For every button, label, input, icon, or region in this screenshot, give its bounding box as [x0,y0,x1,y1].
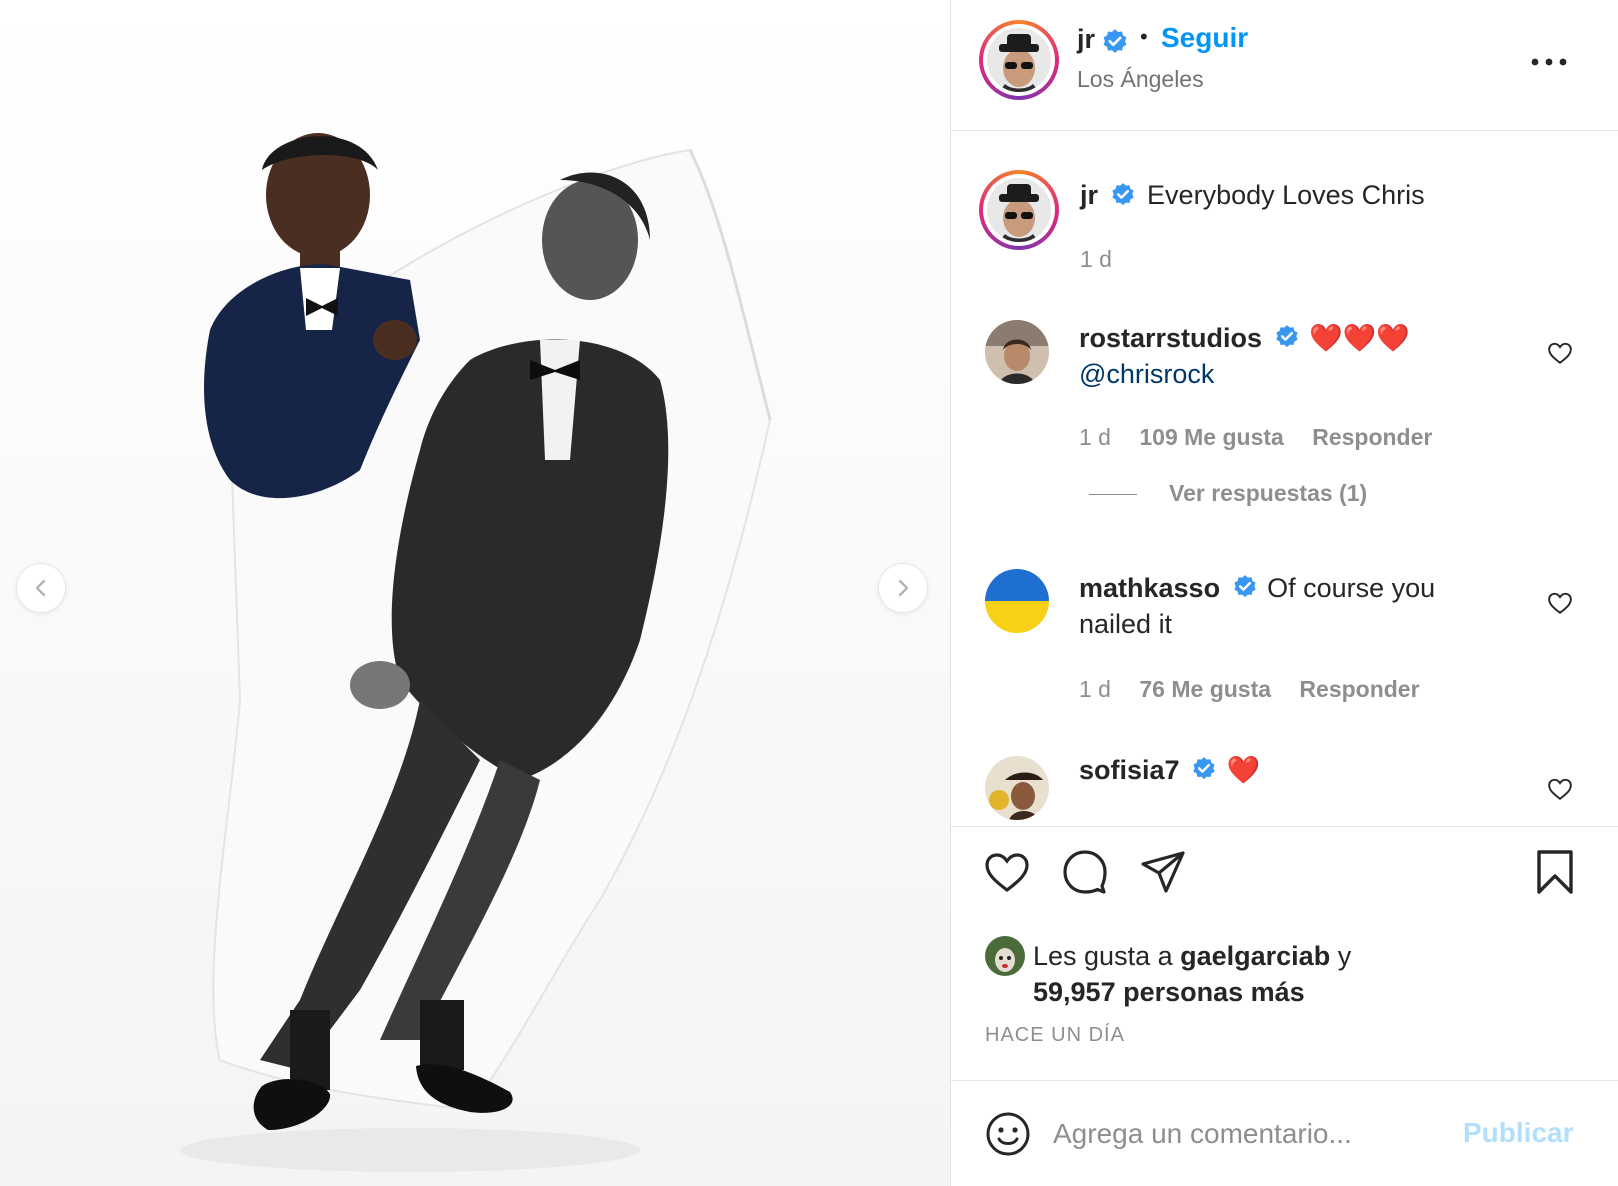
comment-like-count[interactable]: 76 Me gusta [1139,676,1271,702]
comment-time[interactable]: 1 d [1079,424,1111,450]
likes-prefix: Les gusta a [1033,941,1173,971]
action-bar [951,848,1618,908]
caption-username[interactable]: jr [1080,180,1098,210]
comment-meta: 1 d 109 Me gusta Responder [1079,424,1454,451]
comment-username[interactable]: mathkasso [1079,573,1220,603]
comment-like-heart-icon[interactable] [1547,776,1573,802]
location-link[interactable]: Los Ángeles [1077,66,1204,93]
comment-body: mathkasso Of course you nailed it [1079,570,1479,642]
comment-text: ❤️❤️❤️ [1309,323,1410,353]
post-modal: jr • Seguir Los Ángeles jr Everybody Lov… [0,0,1618,1186]
header-username[interactable]: jr [1077,24,1095,55]
caption: jr Everybody Loves Chris [1080,180,1425,212]
comment-avatar-rostarrstudios[interactable] [985,320,1049,384]
next-image-button[interactable] [878,563,928,613]
comment-icon[interactable] [1061,848,1109,896]
verified-badge-icon [1275,324,1298,348]
caption-text: Everybody Loves Chris [1147,180,1425,210]
liker-username[interactable]: gaelgarciab [1180,941,1330,971]
avatar [987,28,1051,92]
mention-link[interactable]: @chrisrock [1079,359,1214,389]
smiley-icon[interactable] [985,1111,1031,1157]
more-horizontal-icon[interactable] [1529,52,1569,72]
comment-avatar-mathkasso[interactable] [985,569,1049,633]
comment-like-heart-icon[interactable] [1547,340,1573,366]
story-ring[interactable] [979,20,1059,100]
comment-meta: 1 d 76 Me gusta Responder [1079,676,1442,703]
divider [951,826,1618,827]
post-photo [0,0,950,1186]
liker-avatar[interactable] [985,936,1025,976]
comment-composer: Publicar [951,1081,1618,1186]
verified-badge-icon [1233,574,1256,598]
likes-joiner: y [1337,941,1352,971]
chevron-right-icon [898,579,909,597]
reply-button[interactable]: Responder [1312,424,1432,450]
chevron-left-icon [35,579,46,597]
comment-body: rostarrstudios ❤️❤️❤️ @chrisrock [1079,320,1479,392]
reply-button[interactable]: Responder [1299,676,1419,702]
caption-avatar [987,178,1051,242]
post-media [0,0,951,1186]
comment-text: ❤️ [1226,755,1261,785]
verified-badge-icon [1111,182,1134,206]
caption-story-ring[interactable] [979,170,1059,250]
bookmark-icon[interactable] [1531,848,1579,896]
verified-badge-icon [1103,29,1127,53]
follow-button[interactable]: Seguir [1161,22,1248,54]
post-side-panel: jr • Seguir Los Ángeles jr Everybody Lov… [951,0,1618,1186]
comment-time[interactable]: 1 d [1079,676,1111,702]
view-replies-button[interactable]: Ver respuestas (1) [1089,480,1367,507]
send-icon[interactable] [1139,848,1187,896]
comment-like-count[interactable]: 109 Me gusta [1139,424,1283,450]
post-timestamp[interactable]: HACE UN DÍA [985,1024,1125,1047]
comment-username[interactable]: sofisia7 [1079,755,1180,785]
comment-body: sofisia7 ❤️ [1079,752,1479,788]
publish-button[interactable]: Publicar [1463,1117,1573,1149]
comment-like-heart-icon[interactable] [1547,590,1573,616]
comment-clip: sofisia7 ❤️ [951,740,1618,826]
comment-avatar-sofisia7[interactable] [985,756,1049,820]
comment-username[interactable]: rostarrstudios [1079,323,1262,353]
replies-divider [1089,494,1137,496]
likes-count-link[interactable]: 59,957 personas más [1033,977,1305,1007]
post-header: jr • Seguir Los Ángeles [951,0,1618,131]
caption-time[interactable]: 1 d [1080,246,1112,273]
view-replies-label: Ver respuestas (1) [1169,480,1368,506]
heart-icon[interactable] [983,848,1031,896]
header-separator: • [1140,24,1148,49]
likes-text: Les gusta a gaelgarciab y 59,957 persona… [1033,938,1593,1010]
verified-badge-icon [1193,756,1215,780]
previous-image-button[interactable] [16,563,66,613]
comment-input[interactable] [1051,1105,1455,1163]
